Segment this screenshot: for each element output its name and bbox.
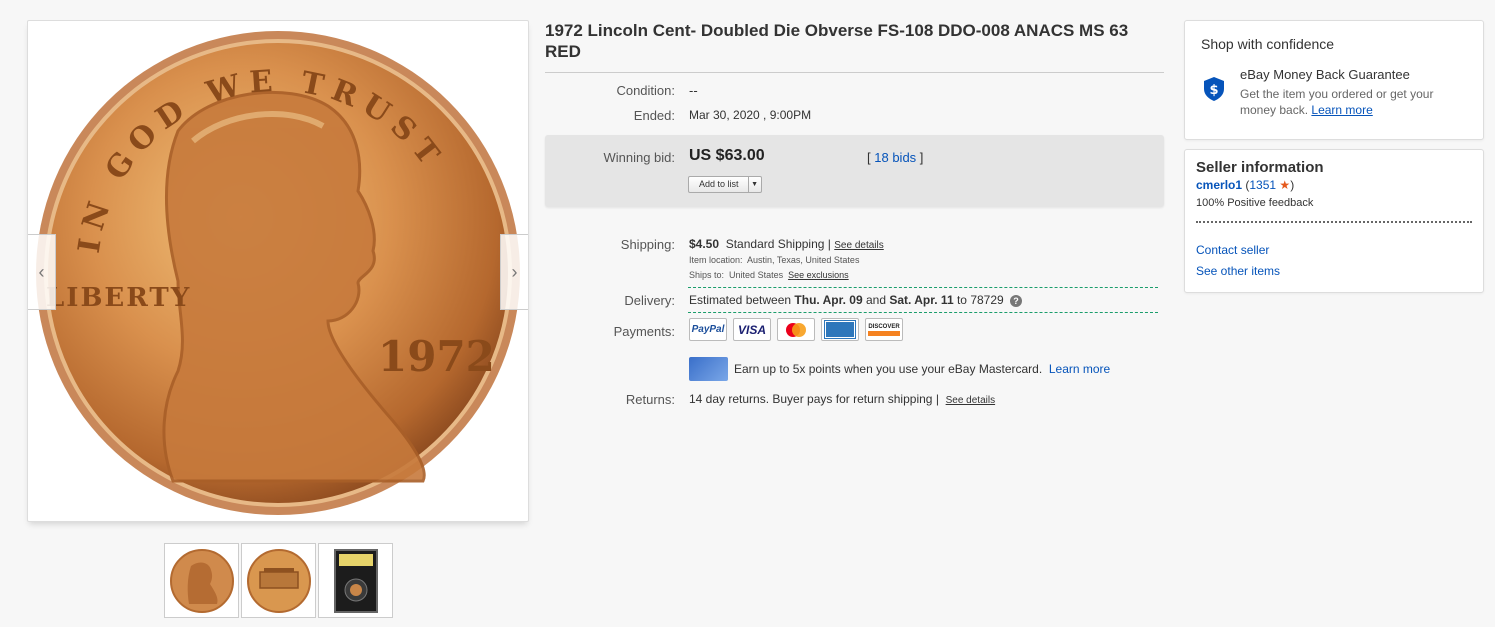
discover-label: DISCOVER bbox=[868, 323, 900, 330]
coin-obverse-image: IN GOD WE TRUST LIBERTY 1972 bbox=[36, 31, 520, 515]
add-to-list-label: Add to list bbox=[689, 177, 749, 192]
delivery-and: and bbox=[865, 293, 887, 307]
item-location-label: Item location: bbox=[689, 255, 743, 265]
promo-learn-more-link[interactable]: Learn more bbox=[1049, 362, 1110, 376]
listing-title: 1972 Lincoln Cent- Doubled Die Obverse F… bbox=[545, 21, 1129, 61]
delivery-zip[interactable]: 78729 bbox=[970, 293, 1003, 307]
mastercard-icon bbox=[777, 318, 815, 341]
feedback-score-link[interactable]: 1351 bbox=[1249, 178, 1276, 192]
caret-down-icon[interactable]: ▼ bbox=[749, 177, 761, 192]
item-location: Item location: Austin, Texas, United Sta… bbox=[689, 255, 859, 265]
add-to-list-button[interactable]: Add to list ▼ bbox=[688, 176, 762, 193]
feedback-close: ) bbox=[1290, 178, 1295, 192]
delivery-zip-prefix: to bbox=[956, 293, 967, 307]
thumbnail-strip bbox=[164, 543, 393, 618]
ebay-mastercard-icon bbox=[689, 357, 728, 381]
shipping-sep: | bbox=[827, 237, 831, 251]
returns-label: Returns: bbox=[625, 392, 675, 407]
guarantee-learn-more-link[interactable]: Learn more bbox=[1311, 103, 1372, 117]
seller-heading: Seller information bbox=[1196, 159, 1324, 176]
see-other-items-link[interactable]: See other items bbox=[1196, 264, 1280, 278]
delivery-from: Thu. Apr. 09 bbox=[794, 293, 863, 307]
main-product-image[interactable]: IN GOD WE TRUST LIBERTY 1972 ‹ › bbox=[27, 20, 529, 522]
seller-name-link[interactable]: cmerlo1 bbox=[1196, 178, 1242, 192]
delivery-estimate: Estimated between Thu. Apr. 09 and Sat. … bbox=[689, 293, 1023, 307]
confidence-heading: Shop with confidence bbox=[1201, 36, 1335, 52]
slab-thumb-icon bbox=[333, 548, 378, 613]
see-exclusions-link[interactable]: See exclusions bbox=[788, 270, 849, 280]
title-divider bbox=[545, 72, 1164, 73]
delivery-label: Delivery: bbox=[624, 293, 675, 308]
thumbnail-obverse[interactable] bbox=[164, 543, 239, 618]
shield-dollar-icon: $ bbox=[1204, 77, 1224, 101]
shop-with-confidence-panel: Shop with confidence $ eBay Money Back G… bbox=[1184, 20, 1484, 140]
bids-bracket-close: ] bbox=[919, 150, 924, 165]
ended-value: Mar 30, 2020 , 9:00PM bbox=[689, 108, 812, 122]
discover-icon: DISCOVER bbox=[865, 318, 903, 341]
delivery-divider bbox=[688, 312, 1158, 313]
contact-seller-link[interactable]: Contact seller bbox=[1196, 243, 1269, 257]
item-location-value: Austin, Texas, United States bbox=[747, 255, 860, 265]
visa-icon: VISA bbox=[733, 318, 771, 341]
seller-information-panel: Seller information cmerlo1 (1351 ★) 100%… bbox=[1184, 149, 1484, 293]
guarantee-text-block: Get the item you ordered or get your mon… bbox=[1240, 86, 1470, 118]
chevron-right-icon: › bbox=[511, 261, 518, 282]
returns-line: 14 day returns. Buyer pays for return sh… bbox=[689, 392, 995, 406]
winning-bid-price: US $63.00 bbox=[689, 147, 765, 164]
shipping-details-link[interactable]: See details bbox=[834, 240, 883, 251]
shipping-label: Shipping: bbox=[620, 237, 675, 252]
chevron-left-icon: ‹ bbox=[38, 261, 45, 282]
ended-label: Ended: bbox=[633, 108, 675, 123]
next-image-button[interactable]: › bbox=[500, 234, 528, 310]
star-icon: ★ bbox=[1279, 178, 1291, 192]
payments-label: Payments: bbox=[613, 324, 675, 339]
coin-date: 1972 bbox=[378, 332, 495, 381]
help-icon[interactable]: ? bbox=[1010, 295, 1023, 307]
bid-box: Winning bid: US $63.00 [ 18 bids ] Add t… bbox=[545, 135, 1164, 207]
thumbnail-reverse[interactable] bbox=[241, 543, 316, 618]
coin-obverse-thumb-icon bbox=[169, 548, 234, 613]
mastercard-promo: Earn up to 5x points when you use your e… bbox=[734, 362, 1110, 376]
positive-feedback: 100% Positive feedback bbox=[1196, 197, 1314, 209]
bid-count: [ 18 bids ] bbox=[867, 150, 923, 165]
amex-icon bbox=[821, 318, 859, 341]
coin-reverse-thumb-icon bbox=[246, 548, 311, 613]
winning-bid-label: Winning bid: bbox=[603, 150, 675, 165]
bids-link[interactable]: 18 bids bbox=[874, 150, 916, 165]
guarantee-title: eBay Money Back Guarantee bbox=[1240, 67, 1410, 82]
shipping-method: Standard Shipping bbox=[725, 237, 825, 251]
paypal-icon: PayPal bbox=[689, 318, 727, 341]
shipping-divider bbox=[688, 287, 1158, 288]
seller-name-line: cmerlo1 (1351 ★) bbox=[1196, 178, 1294, 192]
ships-to-value: United States bbox=[729, 270, 784, 280]
prev-image-button[interactable]: ‹ bbox=[28, 234, 56, 310]
payment-methods: PayPal VISA DISCOVER bbox=[689, 318, 903, 341]
delivery-prefix: Estimated between bbox=[689, 293, 792, 307]
promo-text: Earn up to 5x points when you use your e… bbox=[734, 362, 1043, 376]
ships-to: Ships to: United States See exclusions bbox=[689, 270, 849, 280]
shipping-line: $4.50 Standard Shipping | See details bbox=[689, 237, 884, 251]
returns-sep: | bbox=[935, 392, 939, 406]
ships-to-label: Ships to: bbox=[689, 270, 725, 280]
svg-text:$: $ bbox=[1209, 83, 1218, 98]
delivery-to: Sat. Apr. 11 bbox=[889, 293, 954, 307]
shipping-cost: $4.50 bbox=[689, 237, 720, 251]
seller-divider bbox=[1196, 221, 1472, 223]
returns-details-link[interactable]: See details bbox=[946, 395, 995, 406]
bids-bracket-open: [ bbox=[867, 150, 871, 165]
returns-text: 14 day returns. Buyer pays for return sh… bbox=[689, 392, 933, 406]
condition-label: Condition: bbox=[616, 83, 675, 98]
thumbnail-slab[interactable] bbox=[318, 543, 393, 618]
condition-value: -- bbox=[689, 83, 698, 98]
coin-legend-liberty: LIBERTY bbox=[46, 283, 191, 313]
